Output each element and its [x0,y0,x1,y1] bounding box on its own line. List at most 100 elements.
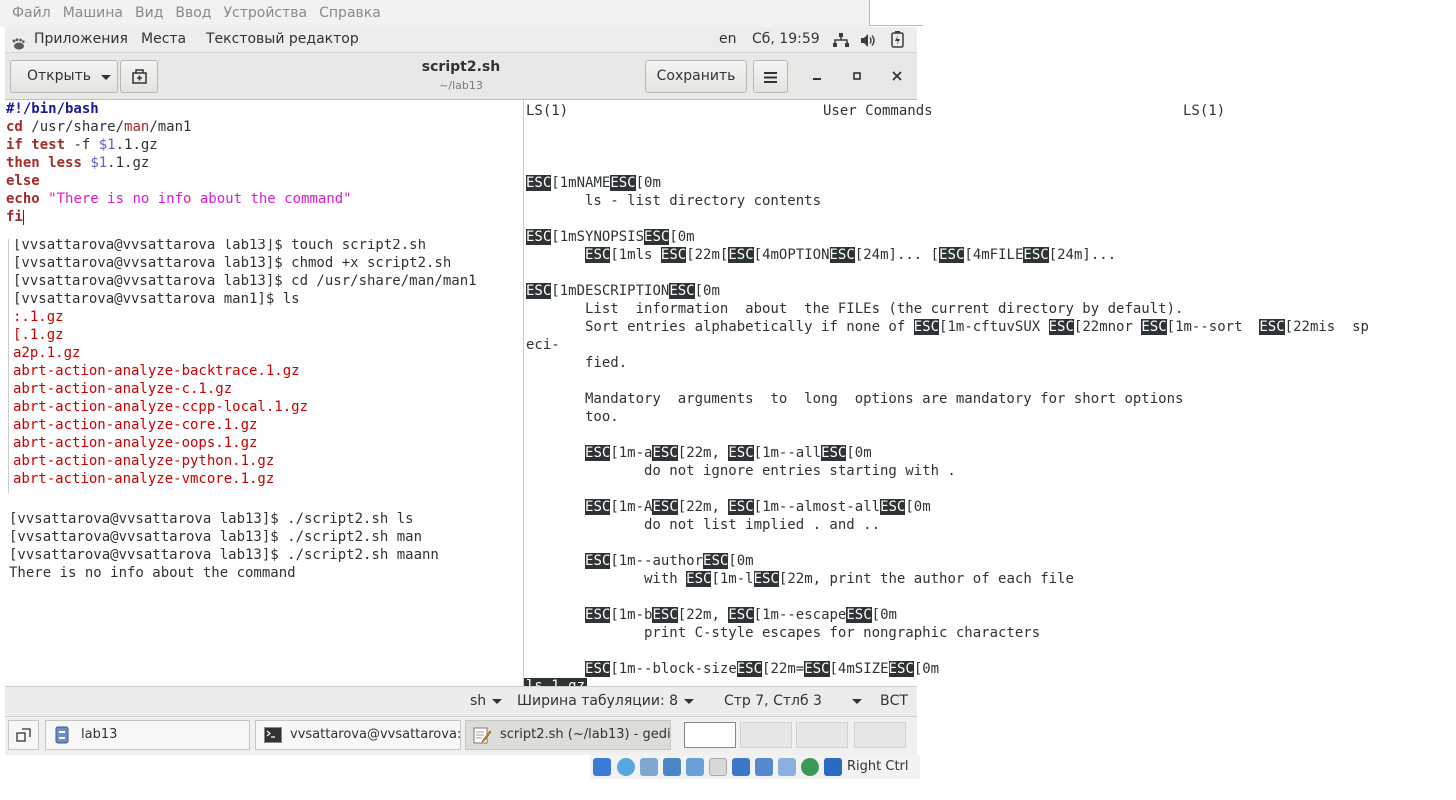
escape-code-marker: ESC [660,247,687,263]
vbox-menu-view[interactable]: Вид [129,0,169,27]
shared-folders-icon[interactable] [709,758,727,776]
vbox-menu-help[interactable]: Справка [313,0,387,27]
workspace-2[interactable] [740,722,792,748]
hard-disk-icon[interactable] [593,758,611,776]
text-editor[interactable]: #!/bin/bash cd /usr/share/man/man1 if te… [5,100,523,233]
guest-additions-icon[interactable] [801,758,819,776]
vbox-menu-machine[interactable]: Машина [57,0,129,27]
man-line: too. [526,409,619,425]
places-menu[interactable]: Места [141,27,186,52]
man-line [524,534,1429,552]
task-label: vvsattarova@vvsattarova:~... [290,727,461,742]
save-button[interactable]: Сохранить [645,60,747,93]
show-desktop-button[interactable] [8,720,39,750]
escape-code-marker: ESC [829,247,855,263]
show-desktop-icon [16,728,31,742]
terminal-line: [vvsattarova@vvsattarova lab13]$ ./scrip… [9,511,414,527]
clock[interactable]: Сб, 19:59 [752,27,820,52]
mouse-integration-icon[interactable] [778,758,796,776]
language-selector[interactable]: sh [470,687,503,716]
man-line: fied. [526,355,628,371]
terminal-output[interactable]: [vvsattarova@vvsattarova lab13]$ touch s… [5,233,523,686]
network-adapter-icon[interactable] [663,758,681,776]
close-button[interactable] [884,63,910,89]
escape-code-marker: ESC [585,445,611,461]
workspace-4[interactable] [854,722,906,748]
man-header-right: LS(1) [1183,103,1226,119]
gedit-header-bar: Открыть script2.sh ~/lab13 Сохранить [5,53,917,100]
cursor-position-selector[interactable]: Стр 7, Стлб 3 [724,687,862,716]
active-app-menu[interactable]: Текстовый редактор [206,27,359,52]
man-line: ESC[1mls ESC[22m[ESC[4mOPTIONESC[24m]...… [585,247,1117,263]
vbox-corner-frame [869,0,923,26]
terminal-line: [vvsattarova@vvsattarova lab13]$ cd /usr… [13,273,477,289]
task-file-manager[interactable]: lab13 [45,720,250,750]
ls-file-entry: abrt-action-analyze-core.1.gz [13,417,258,433]
text-editor-icon [473,727,491,744]
maximize-button[interactable] [844,63,870,89]
display-icon[interactable] [732,758,750,776]
keyboard-layout-indicator[interactable]: en [719,27,737,52]
man-page-viewer[interactable]: LS(1) User Commands LS(1) ESC[1mNAMEESC[… [523,100,1429,697]
escape-code-marker: ESC [728,499,754,515]
code-line: #!/bin/bash [5,100,523,118]
ls-file-entry: a2p.1.gz [13,345,81,361]
task-label: script2.sh (~/lab13) - gedit [500,727,671,742]
code-line: if test -f $1.1.gz [6,137,158,153]
man-line: with ESC[1m-lESC[22m, print the author o… [526,571,1074,587]
else-keyword: else [6,173,40,189]
ls-file-entry: abrt-action-analyze-ccpp-local.1.gz [13,399,309,415]
ls-file-entry: abrt-action-analyze-python.1.gz [13,453,275,469]
audio-icon[interactable] [640,758,658,776]
task-gedit[interactable]: script2.sh (~/lab13) - gedit [465,720,671,750]
escape-code-marker: ESC [804,661,830,677]
man-line: do not ignore entries starting with . [526,463,956,479]
window-list-taskbar: lab13 vvsattarova@vvsattarova:~... scrip… [5,716,917,755]
man-line [524,642,1429,660]
man-line [524,210,1429,228]
maximize-icon [853,72,861,80]
vbox-status-bar: Right Ctrl [590,755,920,779]
man-header-center: User Commands [823,103,933,119]
keyboard-capture-icon[interactable] [824,758,842,776]
optical-drive-icon[interactable] [617,758,635,776]
workspace-1[interactable] [684,722,736,748]
escape-code-marker: ESC [585,499,611,515]
tab-width-selector[interactable]: Ширина табуляции: 8 [517,687,695,716]
escape-code-marker: ESC [526,283,552,299]
code-line: cd /usr/share/man/man1 [6,119,192,135]
man-line: Sort entries alphabetically if none of E… [526,319,1369,335]
escape-code-marker: ESC [821,445,847,461]
usb-icon[interactable] [686,758,704,776]
gnome-foot-icon [11,34,25,50]
terminal-line: [vvsattarova@vvsattarova man1]$ ls [13,291,300,307]
ls-file-entry: [.1.gz [13,327,64,343]
escape-code-marker: ESC [1141,319,1167,335]
terminal-scrolled-region: [vvsattarova@vvsattarova lab13]$ touch s… [8,239,523,493]
minimize-button[interactable] [804,63,830,89]
task-terminal[interactable]: vvsattarova@vvsattarova:~... [255,720,461,750]
chevron-down-icon [492,698,503,704]
insert-mode-indicator[interactable]: ВСТ [880,687,908,716]
escape-code-marker: ESC [1048,319,1074,335]
escape-code-marker: ESC [610,175,636,191]
vbox-menu-file[interactable]: Файл [0,0,57,27]
escape-code-marker: ESC [728,607,754,623]
vbox-menu-input[interactable]: Ввод [169,0,217,27]
escape-code-marker: ESC [585,247,611,263]
escape-code-marker: ESC [652,499,678,515]
man-line [524,264,1429,282]
hamburger-menu-button[interactable] [753,60,788,93]
workspace-3[interactable] [796,722,848,748]
chevron-down-icon [684,698,695,704]
applications-menu[interactable]: Приложения [34,27,128,52]
man-line: print C-style escapes for nongraphic cha… [526,625,1041,641]
vbox-menu-devices[interactable]: Устройства [218,0,314,27]
menu-icon [764,71,777,87]
video-capture-icon[interactable] [755,758,773,776]
man-line [524,120,1429,138]
escape-code-marker: ESC [652,607,678,623]
task-label: lab13 [81,727,118,742]
man-line: ESC[1mSYNOPSISESC[0m [526,229,695,245]
escape-code-marker: ESC [669,283,695,299]
